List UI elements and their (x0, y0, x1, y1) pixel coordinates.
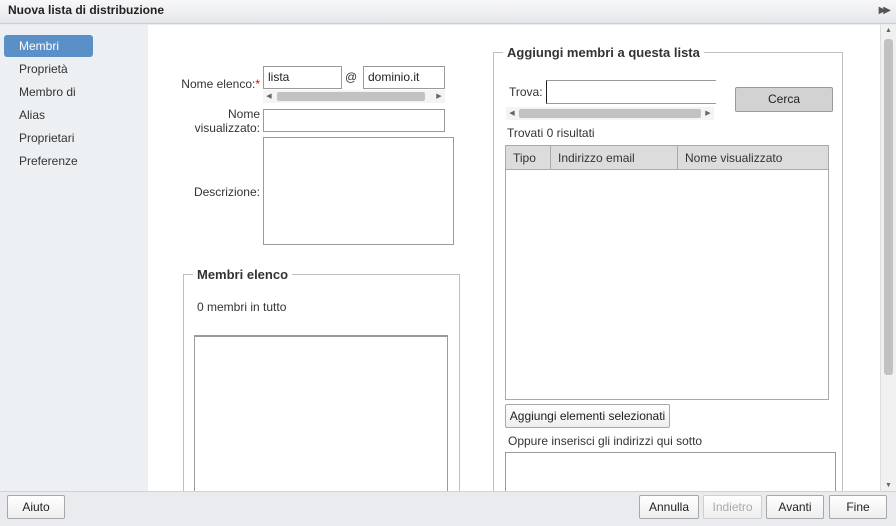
sidebar-item-preferenze[interactable]: Preferenze (4, 150, 93, 172)
help-button[interactable]: Aiuto (7, 495, 65, 519)
cancel-button[interactable]: Annulla (639, 495, 699, 519)
column-display-name[interactable]: Nome visualizzato (678, 146, 828, 170)
sidebar-item-proprietari[interactable]: Proprietari (4, 127, 93, 149)
description-label: Descrizione: (193, 185, 260, 199)
members-fieldset: Membri elenco 0 membri in tutto (183, 267, 460, 491)
addresses-textarea[interactable] (505, 452, 836, 491)
sidebar-item-membri[interactable]: Membri (4, 35, 93, 57)
list-name-label: Nome elenco:* (181, 77, 260, 91)
next-button[interactable]: Avanti (766, 495, 824, 519)
list-name-input[interactable]: lista (263, 66, 342, 89)
members-list[interactable] (194, 335, 448, 491)
dialog-footer: Aiuto Annulla Indietro Avanti Fine (0, 491, 896, 526)
finish-button[interactable]: Fine (829, 495, 887, 519)
add-members-legend: Aggiungi membri a questa lista (503, 45, 704, 60)
results-table[interactable]: Tipo Indirizzo email Nome visualizzato (505, 145, 829, 400)
results-count: Trovati 0 risultati (507, 126, 595, 140)
members-legend: Membri elenco (193, 267, 293, 282)
at-sign: @ (345, 70, 358, 84)
results-table-header: Tipo Indirizzo email Nome visualizzato (506, 146, 828, 170)
double-chevron-right-icon[interactable]: ▶▶ (879, 5, 892, 16)
add-selected-button[interactable]: Aggiungi elementi selezionati (505, 404, 670, 428)
domain-scrollbar[interactable]: ◀ ▶ (263, 90, 445, 103)
find-scrollbar[interactable]: ◀ ▶ (506, 107, 714, 120)
arrow-left-icon[interactable]: ◀ (506, 107, 518, 120)
content-scrollbar[interactable]: ▲ ▼ (880, 25, 896, 491)
sidebar-item-alias[interactable]: Alias (4, 104, 93, 126)
sidebar-item-proprieta[interactable]: Proprietà (4, 58, 93, 80)
add-members-fieldset: Aggiungi membri a questa lista Trova: ◀ … (493, 45, 843, 491)
main-content: Nome elenco:* lista @ dominio.it ◀ ▶ Nom… (148, 25, 880, 491)
sidebar-item-membro-di[interactable]: Membro di (4, 81, 93, 103)
arrow-up-icon[interactable]: ▲ (881, 27, 896, 34)
arrow-right-icon[interactable]: ▶ (702, 107, 714, 120)
sidebar-nav: Membri Proprietà Membro di Alias Proprie… (0, 25, 148, 491)
arrow-down-icon[interactable]: ▼ (881, 482, 896, 489)
arrow-left-icon[interactable]: ◀ (263, 90, 275, 103)
or-insert-text: Oppure inserisci gli indirizzi qui sotto (508, 434, 703, 448)
required-marker: * (255, 77, 260, 91)
display-name-label-line2: visualizzato: (194, 121, 260, 135)
description-textarea[interactable] (263, 137, 454, 245)
search-button[interactable]: Cerca (735, 87, 833, 112)
column-tipo[interactable]: Tipo (506, 146, 551, 170)
back-button[interactable]: Indietro (703, 495, 762, 519)
find-label: Trova: (509, 85, 543, 99)
arrow-right-icon[interactable]: ▶ (433, 90, 445, 103)
dialog-titlebar: Nuova lista di distribuzione ▶▶ (0, 0, 896, 24)
display-name-input[interactable] (263, 109, 445, 132)
column-email[interactable]: Indirizzo email (551, 146, 678, 170)
scrollbar-thumb[interactable] (277, 92, 425, 101)
scrollbar-thumb[interactable] (884, 39, 893, 375)
domain-input[interactable]: dominio.it (363, 66, 445, 89)
find-input[interactable] (546, 80, 716, 104)
dialog-title: Nuova lista di distribuzione (8, 3, 165, 17)
display-name-label-line1: Nome (227, 107, 260, 121)
members-count: 0 membri in tutto (197, 300, 287, 314)
scrollbar-thumb[interactable] (519, 109, 701, 118)
